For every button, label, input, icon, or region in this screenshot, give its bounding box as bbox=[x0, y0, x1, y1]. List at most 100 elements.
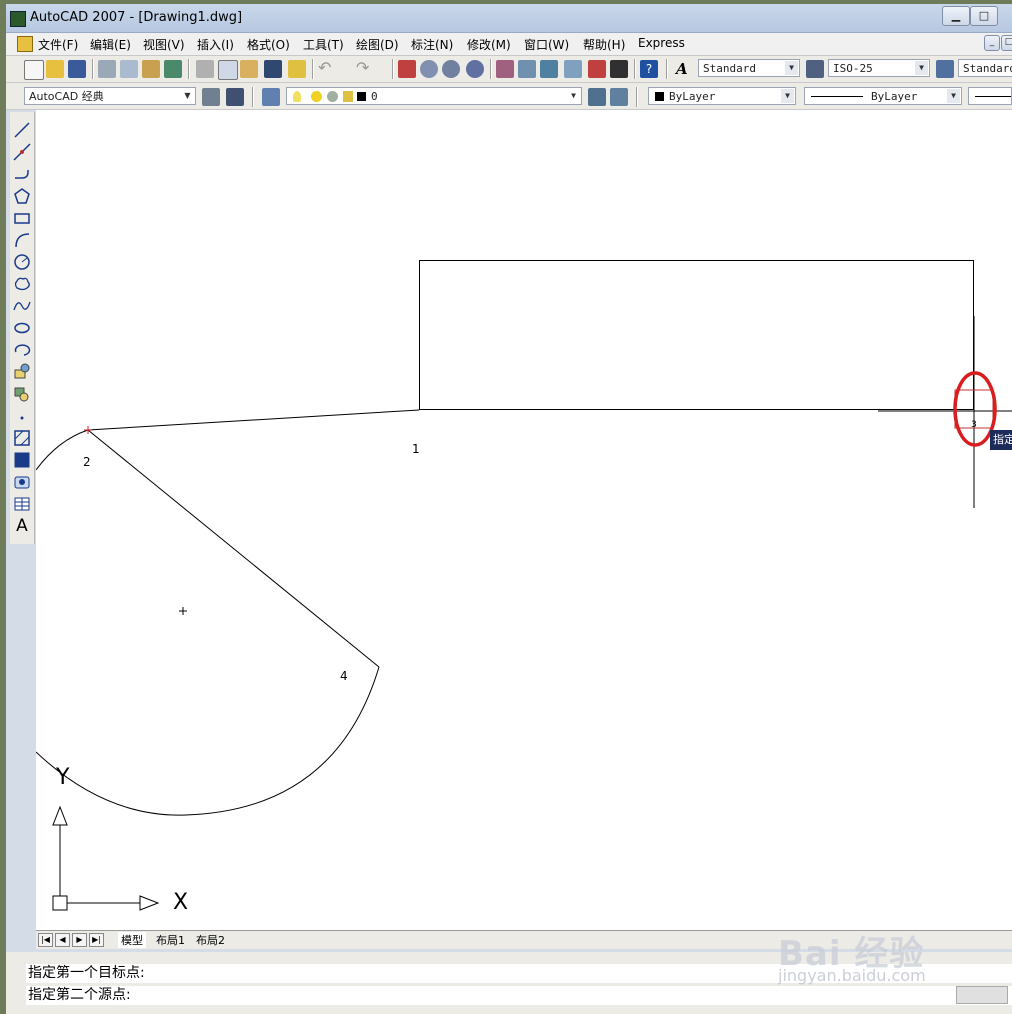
gradient-icon[interactable] bbox=[12, 450, 32, 470]
ucs-origin-box bbox=[52, 895, 68, 911]
text-style-icon[interactable]: A bbox=[676, 60, 694, 78]
text-style-select[interactable]: Standard ▼ bbox=[698, 59, 800, 77]
save-icon[interactable] bbox=[68, 60, 86, 78]
workspace-settings-icon[interactable] bbox=[202, 88, 220, 106]
first-tab-icon[interactable]: |◀ bbox=[38, 933, 53, 947]
command-scrollbar[interactable] bbox=[956, 986, 1008, 1004]
arc-top[interactable] bbox=[36, 429, 89, 471]
plot-preview-icon[interactable] bbox=[120, 60, 138, 78]
tab-layout2[interactable]: 布局2 bbox=[196, 932, 225, 948]
undo-icon[interactable]: ↶ bbox=[318, 60, 336, 78]
lineweight-select[interactable] bbox=[968, 87, 1012, 105]
light-bulb-icon bbox=[293, 91, 301, 102]
menu-draw[interactable]: 绘图(D) bbox=[356, 36, 399, 53]
workspace-select[interactable]: AutoCAD 经典 ▼ bbox=[24, 87, 196, 105]
3d-dwf-icon[interactable] bbox=[164, 60, 182, 78]
menu-edit[interactable]: 编辑(E) bbox=[90, 36, 131, 53]
plot-icon[interactable] bbox=[98, 60, 116, 78]
line-icon[interactable] bbox=[12, 120, 32, 140]
rectangle-icon[interactable] bbox=[12, 208, 32, 228]
open-icon[interactable] bbox=[46, 60, 64, 78]
match-properties-icon[interactable] bbox=[264, 60, 282, 78]
menu-view[interactable]: 视图(V) bbox=[143, 36, 185, 53]
calculator-icon[interactable] bbox=[610, 60, 628, 78]
multiline-text-icon[interactable]: A bbox=[12, 516, 32, 536]
redo-icon[interactable]: ↷ bbox=[356, 60, 374, 78]
autocad-app-icon[interactable] bbox=[10, 11, 26, 27]
menu-tools[interactable]: 工具(T) bbox=[303, 36, 344, 53]
pan-realtime-icon[interactable] bbox=[398, 60, 416, 78]
linetype-select[interactable]: ByLayer ▼ bbox=[804, 87, 962, 105]
layer-select[interactable]: 0 ▼ bbox=[286, 87, 582, 105]
menu-help[interactable]: 帮助(H) bbox=[583, 36, 625, 53]
menu-express[interactable]: Express bbox=[638, 36, 685, 50]
polyline-icon[interactable] bbox=[12, 164, 32, 184]
table-style-icon[interactable] bbox=[936, 60, 954, 78]
drawn-rectangle[interactable] bbox=[419, 260, 974, 410]
zoom-window-icon[interactable] bbox=[442, 60, 460, 78]
hatch-icon[interactable] bbox=[12, 428, 32, 448]
document-icon[interactable] bbox=[17, 36, 33, 52]
markup-icon[interactable] bbox=[588, 60, 606, 78]
ellipse-icon[interactable] bbox=[12, 318, 32, 338]
menu-insert[interactable]: 插入(I) bbox=[197, 36, 234, 53]
layer-properties-icon[interactable] bbox=[262, 88, 280, 106]
table-icon[interactable] bbox=[12, 494, 32, 514]
paste-icon[interactable] bbox=[240, 60, 258, 78]
ellipse-arc-icon[interactable] bbox=[12, 340, 32, 360]
design-center-icon[interactable] bbox=[518, 60, 536, 78]
last-tab-icon[interactable]: ▶| bbox=[89, 933, 104, 947]
lineweight-sample bbox=[975, 96, 1011, 97]
prev-tab-icon[interactable]: ◀ bbox=[55, 933, 70, 947]
minimize-button[interactable]: ▁ bbox=[942, 6, 970, 26]
make-block-icon[interactable] bbox=[12, 384, 32, 404]
tab-model[interactable]: 模型 bbox=[118, 932, 146, 948]
arc-bottom[interactable] bbox=[36, 666, 380, 816]
arc-icon[interactable] bbox=[12, 230, 32, 250]
drawn-line-2-1[interactable] bbox=[87, 409, 420, 431]
insert-block-icon[interactable] bbox=[12, 362, 32, 382]
make-layer-current-icon[interactable] bbox=[588, 88, 606, 106]
doc-restore-button[interactable]: □ bbox=[1001, 35, 1012, 51]
menu-modify[interactable]: 修改(M) bbox=[467, 36, 511, 53]
point-icon[interactable] bbox=[12, 406, 32, 426]
help-icon[interactable]: ? bbox=[640, 60, 658, 78]
command-prompt-line[interactable]: 指定第二个源点: bbox=[26, 986, 1012, 1005]
zoom-previous-icon[interactable] bbox=[466, 60, 484, 78]
block-editor-icon[interactable] bbox=[288, 60, 306, 78]
polygon-icon[interactable] bbox=[12, 186, 32, 206]
maximize-button[interactable]: □ bbox=[970, 6, 998, 26]
dimension-style-select[interactable]: ISO-25 ▼ bbox=[828, 59, 930, 77]
table-style-select[interactable]: Standard bbox=[958, 59, 1012, 77]
sector-radius-line[interactable] bbox=[87, 429, 380, 668]
my-workspace-icon[interactable] bbox=[226, 88, 244, 106]
menu-window[interactable]: 窗口(W) bbox=[524, 36, 569, 53]
color-select[interactable]: ByLayer ▼ bbox=[648, 87, 796, 105]
construction-line-icon[interactable] bbox=[12, 142, 32, 162]
circle-icon[interactable] bbox=[12, 252, 32, 272]
menu-dimension[interactable]: 标注(N) bbox=[411, 36, 453, 53]
cut-icon[interactable] bbox=[196, 60, 214, 78]
properties-icon[interactable] bbox=[496, 60, 514, 78]
menu-format[interactable]: 格式(O) bbox=[247, 36, 290, 53]
sheet-set-icon[interactable] bbox=[564, 60, 582, 78]
layer-previous-icon[interactable] bbox=[610, 88, 628, 106]
spline-icon[interactable] bbox=[12, 296, 32, 316]
menu-file[interactable]: 文件(F) bbox=[38, 36, 78, 53]
dimension-style-icon[interactable] bbox=[806, 60, 824, 78]
point-label-2: 2 bbox=[83, 455, 91, 469]
tab-layout1[interactable]: 布局1 bbox=[156, 932, 185, 948]
region-icon[interactable] bbox=[12, 472, 32, 492]
ucs-y-label: Y bbox=[56, 765, 70, 790]
publish-icon[interactable] bbox=[142, 60, 160, 78]
tool-palettes-icon[interactable] bbox=[540, 60, 558, 78]
zoom-realtime-icon[interactable] bbox=[420, 60, 438, 78]
menu-bar: 文件(F) 编辑(E) 视图(V) 插入(I) 格式(O) 工具(T) 绘图(D… bbox=[6, 33, 1012, 56]
drawing-area[interactable]: 1 2 3 4 Y X bbox=[36, 110, 1012, 930]
doc-minimize-button[interactable]: _ bbox=[984, 35, 1000, 51]
copy-icon[interactable] bbox=[218, 60, 238, 80]
next-tab-icon[interactable]: ▶ bbox=[72, 933, 87, 947]
revision-cloud-icon[interactable] bbox=[12, 274, 32, 294]
new-icon[interactable] bbox=[24, 60, 44, 80]
ucs-y-arrow bbox=[52, 805, 68, 826]
